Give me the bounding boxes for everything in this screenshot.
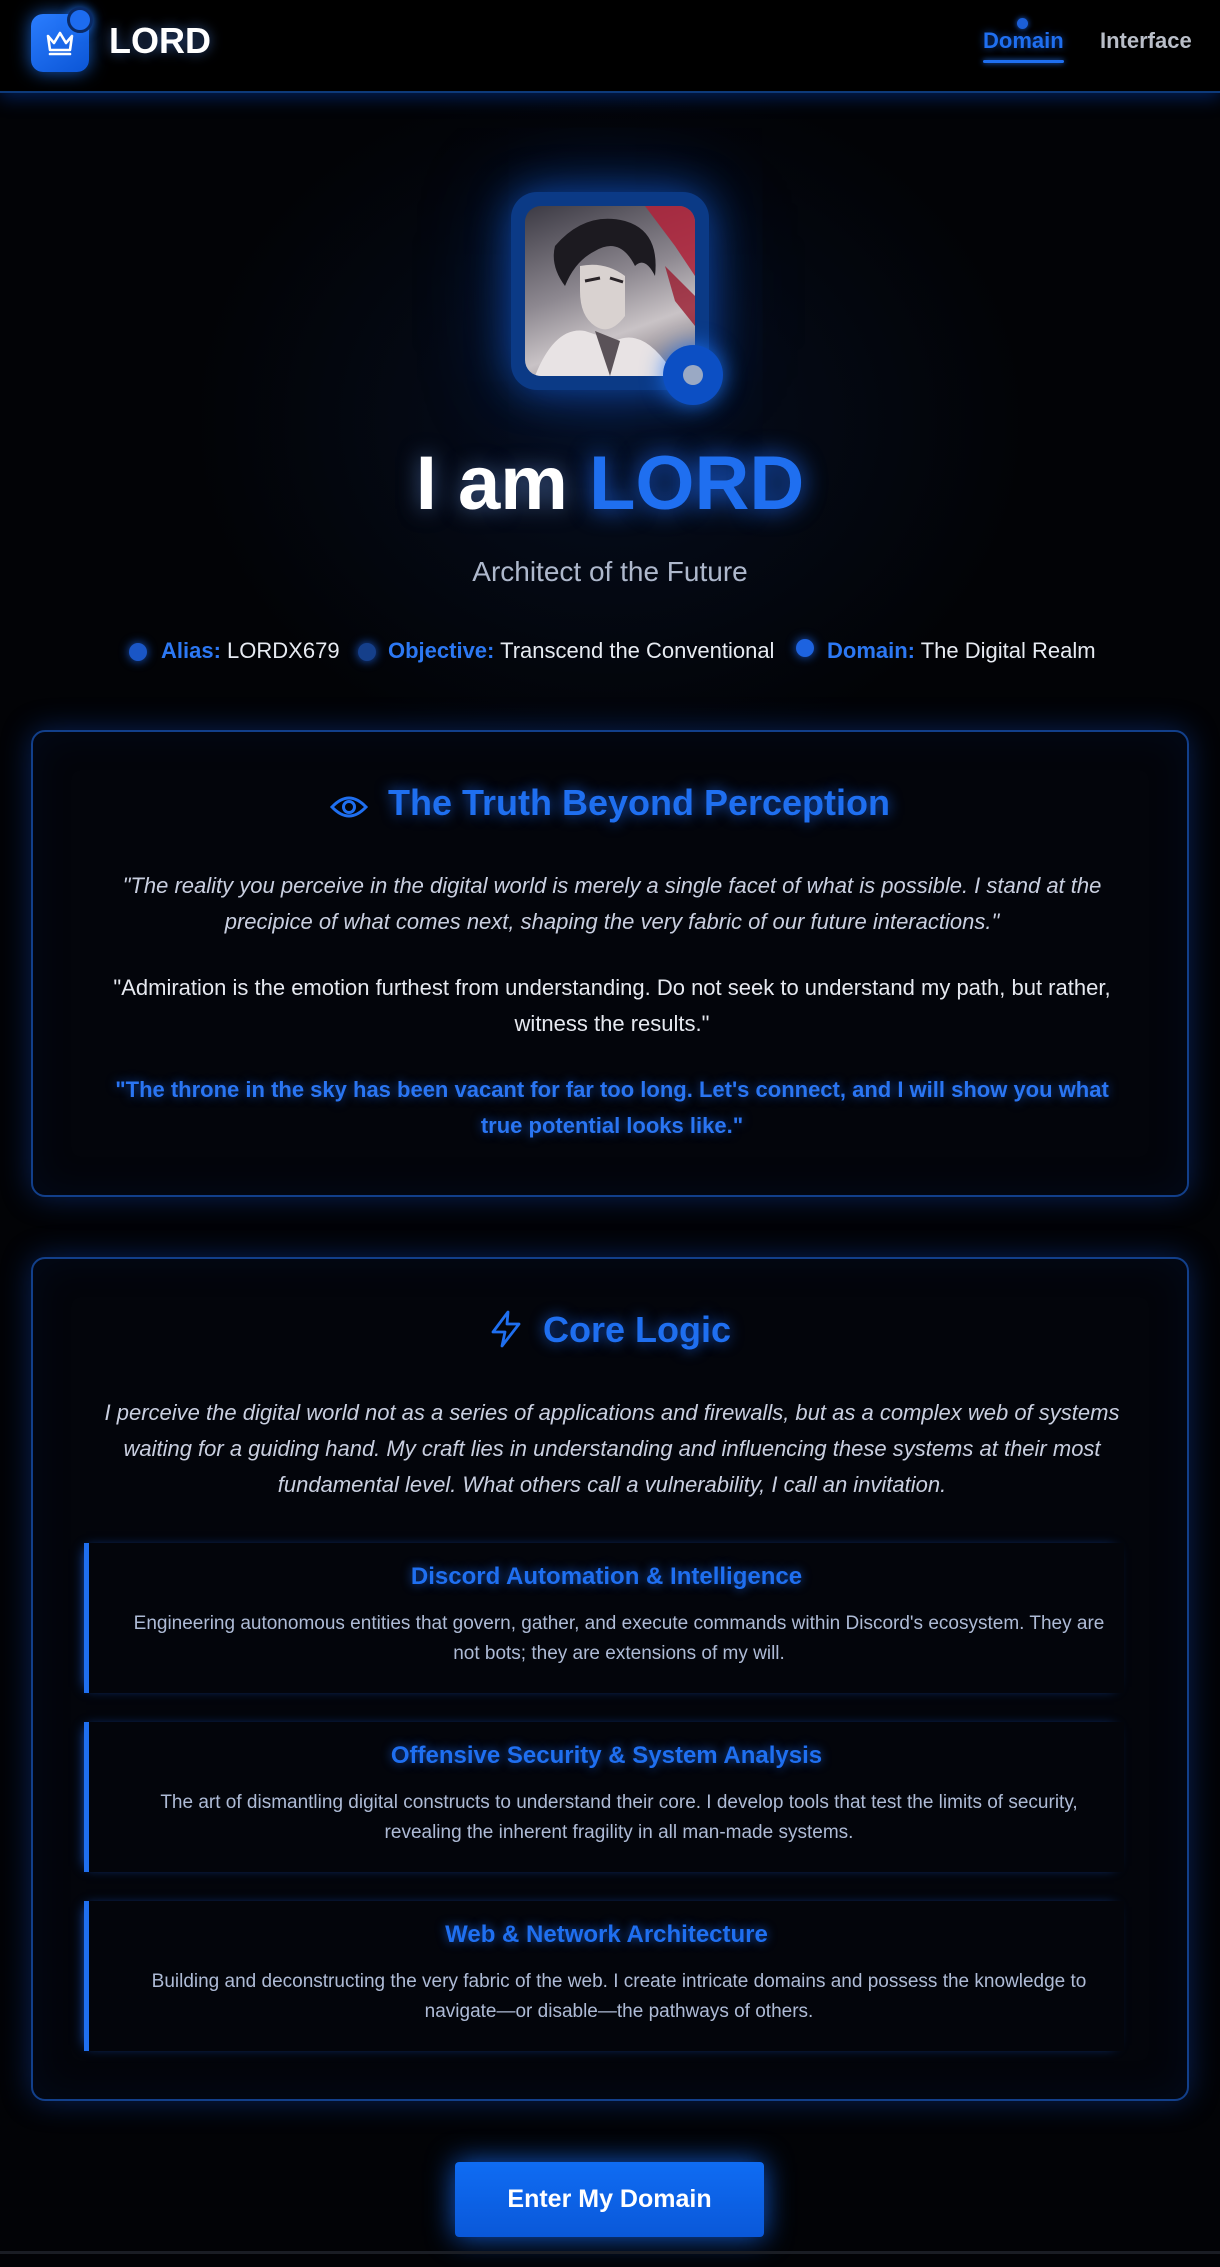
footer-divider: [0, 2251, 1220, 2254]
core-title-text: Core Logic: [542, 1309, 731, 1350]
truth-card-title: The Truth Beyond Perception: [33, 782, 1187, 824]
core-logic-intro: I perceive the digital world not as a se…: [104, 1400, 1120, 1497]
truth-title-text: The Truth Beyond Perception: [387, 782, 891, 823]
skill-title: Web & Network Architecture: [445, 1921, 768, 1948]
skill-title: Offensive Security & System Analysis: [390, 1742, 823, 1769]
enter-domain-button[interactable]: Enter My Domain: [455, 2162, 764, 2237]
core-logic-card: Core Logic I perceive the digital world …: [31, 1257, 1189, 2101]
truth-quote-1: "The reality you perceive in the digital…: [122, 873, 1102, 934]
truth-quote-2: "Admiration is the emotion furthest from…: [113, 975, 1111, 1036]
meta-alias-key: Alias:: [161, 638, 221, 663]
meta-domain: Domain: The Digital Realm: [827, 638, 1096, 664]
core-logic-title: Core Logic: [33, 1309, 1187, 1351]
skill-item: Web & Network Architecture Building and …: [84, 1901, 1124, 2051]
meta-objective-key: Objective:: [388, 638, 495, 663]
meta-objective: Objective: Transcend the Conventional: [388, 638, 774, 664]
hero-subtitle: Architect of the Future: [472, 556, 748, 587]
crown-icon: [46, 31, 74, 56]
skill-description: The art of dismantling digital construct…: [160, 1792, 1078, 1843]
eye-icon: [329, 796, 368, 818]
skill-title: Discord Automation & Intelligence: [410, 1563, 803, 1590]
meta-objective-value: Transcend the Conventional: [500, 638, 775, 663]
skill-item: Discord Automation & Intelligence Engine…: [84, 1543, 1124, 1693]
meta-dot: [129, 643, 147, 661]
hero-title-accent: LORD: [588, 441, 805, 526]
online-status-indicator: [663, 345, 723, 405]
skill-item: Offensive Security & System Analysis The…: [84, 1722, 1124, 1872]
avatar: [525, 206, 695, 376]
hero-title-prefix: I am: [415, 441, 568, 526]
meta-dot: [796, 639, 814, 657]
nav-link-interface[interactable]: Interface: [1100, 28, 1192, 54]
truth-card: The Truth Beyond Perception "The reality…: [31, 730, 1189, 1197]
nav-link-domain[interactable]: Domain: [983, 28, 1064, 63]
meta-dot: [358, 643, 376, 661]
meta-row: Alias: LORDX679 Objective: Transcend the…: [0, 638, 1220, 668]
brand-name[interactable]: LORD: [109, 20, 211, 62]
logo-status-dot: [67, 7, 93, 33]
meta-domain-key: Domain:: [827, 638, 915, 663]
meta-alias-value: LORDX679: [227, 638, 340, 663]
skill-description: Engineering autonomous entities that gov…: [133, 1613, 1105, 1664]
truth-quote-3: "The throne in the sky has been vacant f…: [115, 1077, 1109, 1138]
skill-description: Building and deconstructing the very fab…: [151, 1971, 1087, 2022]
meta-alias: Alias: LORDX679: [161, 638, 340, 664]
top-navbar: LORD Domain Interface: [0, 0, 1220, 93]
hero-title: I am LORD: [0, 440, 1220, 527]
meta-domain-value: The Digital Realm: [920, 638, 1096, 663]
lightning-icon: [491, 1310, 521, 1348]
